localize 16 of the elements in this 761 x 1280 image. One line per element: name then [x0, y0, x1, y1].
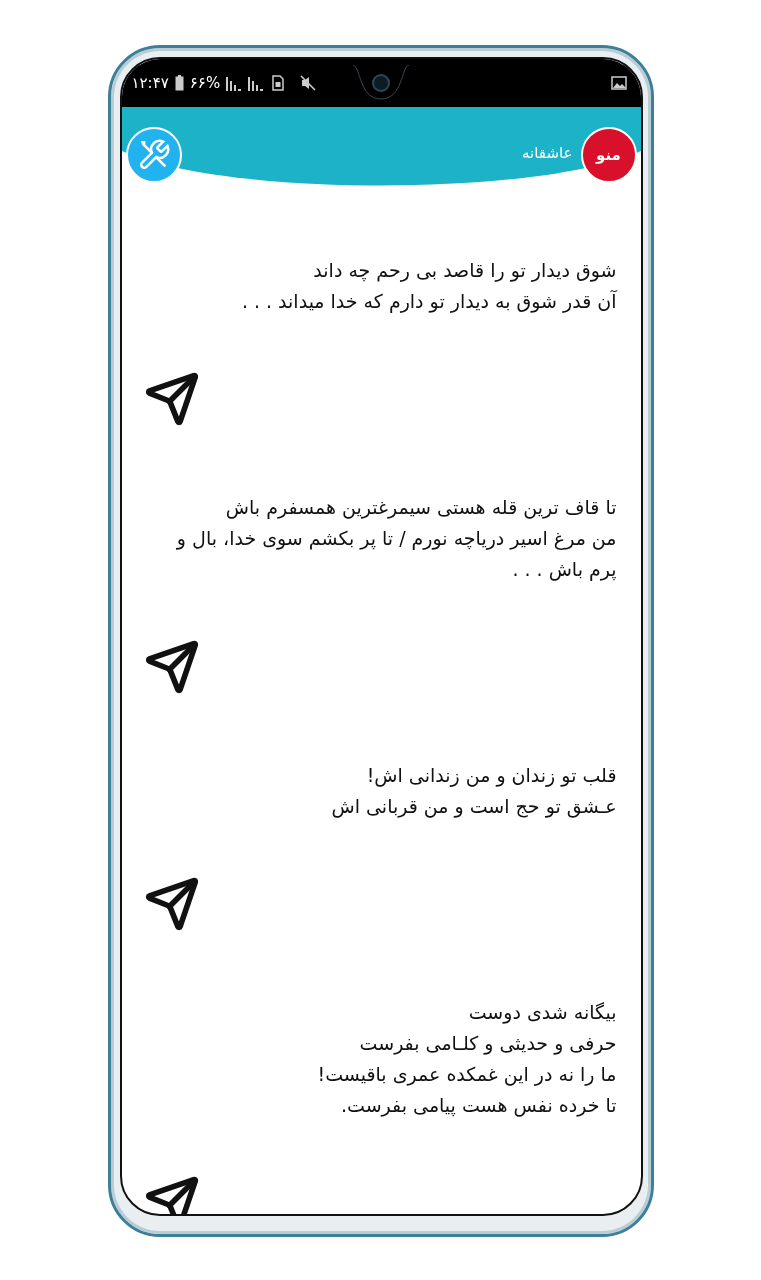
poem-text: شوق دیدار تو را قاصد بی رحم چه داند آن قدر شوق به دیدار تو دارم که خدا میداند . . . — [241, 258, 617, 315]
header-title: عاشقانه — [522, 144, 573, 162]
sim-card-icon — [272, 75, 285, 91]
poem-text: تا قاف ترین قله هستی سیمرغترین همسفرم باش من مرغ اسیر دریاچه نورم / تا پر بکشم سوی خدا، بال و پرم باش . . . — [175, 495, 617, 583]
poem-text: قلب تو زندان و من زندانی اش! عـشق تو حج است و من قربانی اش — [331, 763, 617, 820]
send-icon[interactable] — [143, 876, 200, 932]
mute-icon — [300, 75, 317, 91]
battery-icon — [174, 75, 184, 91]
camera-notch-icon — [351, 65, 411, 101]
image-icon — [610, 76, 627, 90]
send-icon[interactable] — [143, 1175, 200, 1214]
send-icon[interactable] — [143, 639, 200, 695]
send-icon[interactable] — [143, 371, 200, 427]
poem-text: بیگانه شدی دوست حرفی و حدیثی و کلـامی بفرست ما را نه در این غمکده عمری باقیست! تا خرده نفس هست پیامی بفرست. — [317, 1000, 617, 1119]
battery-percent: ۶۶% — [189, 74, 221, 92]
status-time: ۱۲:۴۷ — [131, 74, 169, 92]
